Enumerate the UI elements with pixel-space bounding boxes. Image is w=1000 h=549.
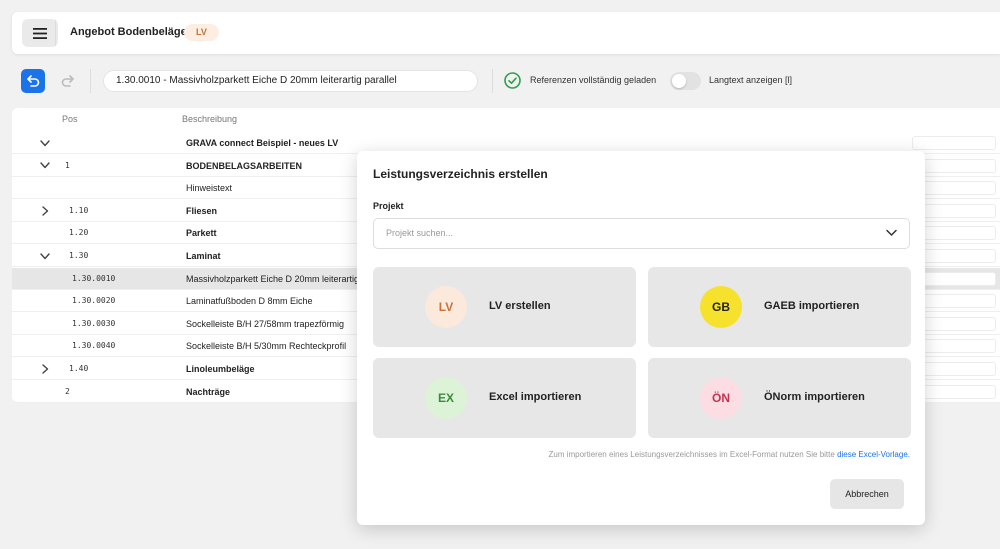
import-excel-card[interactable]: EX Excel importieren [373,358,636,438]
project-label: Projekt [373,201,404,211]
hint-text: Zum importieren eines Leistungsverzeichn… [548,450,835,459]
import-oenorm-card[interactable]: ÖN ÖNorm importieren [648,358,911,438]
row-position: 1.20 [69,228,89,238]
row-position: 1.40 [69,364,89,373]
redo-button[interactable] [55,69,79,93]
row-description: BODENBELAGSARBEITEN [186,160,303,171]
excel-hint: Zum importieren eines Leistungsverzeichn… [548,450,910,459]
lv-badge: LV [184,24,219,41]
row-position: 1.30.0040 [72,341,116,351]
lv-icon: LV [425,286,467,328]
top-bar: Angebot Bodenbeläge LV [12,12,1000,54]
card-label: GAEB importieren [764,300,860,312]
langtext-label: Langtext anzeigen [l] [709,75,793,85]
divider [90,69,91,93]
row-description: GRAVA connect Beispiel - neues LV [186,138,339,148]
column-header-pos: Pos [62,114,78,124]
menu-button[interactable] [22,19,58,47]
chevron-down-icon [886,229,897,236]
card-label: Excel importieren [489,391,582,403]
cancel-button[interactable]: Abbrechen [830,479,904,509]
chevron-down-icon[interactable] [39,137,51,149]
oenorm-icon: ÖN [700,377,742,419]
row-description: Hinweistext [186,183,233,194]
chevron-right-icon[interactable] [39,363,51,375]
row-position: 1 [65,160,70,170]
row-description: Sockelleiste B/H 27/58mm trapezförmig [186,318,345,329]
create-lv-card[interactable]: LV LV erstellen [373,267,636,347]
import-gaeb-card[interactable]: GB GAEB importieren [648,267,911,347]
chevron-down-icon[interactable] [39,160,51,172]
divider [492,69,493,93]
page-title: Angebot Bodenbeläge [70,26,187,38]
row-description: Laminatfußboden D 8mm Eiche [186,296,313,307]
excel-icon: EX [425,377,467,419]
row-value-cell[interactable] [912,136,996,150]
row-description: Sockelleiste B/H 5/30mm Rechteckprofil [186,341,347,352]
column-header-description: Beschreibung [182,114,238,124]
create-lv-dialog: Leistungsverzeichnis erstellen Projekt P… [357,151,925,525]
row-position: 1.30.0010 [72,273,116,283]
row-position: 2 [65,386,70,396]
toggle-knob [672,74,686,88]
chevron-right-icon[interactable] [39,205,51,217]
undo-icon [26,75,39,87]
redo-icon [61,75,74,87]
row-description: Nachträge [186,386,231,397]
chevron-down-icon[interactable] [39,250,51,262]
card-label: ÖNorm importieren [764,391,865,403]
project-placeholder: Projekt suchen... [386,228,454,238]
dialog-title: Leistungsverzeichnis erstellen [373,167,548,181]
row-position: 1.30 [69,251,89,260]
undo-button[interactable] [21,69,45,93]
row-position: 1.30.0030 [72,318,116,328]
excel-template-link[interactable]: diese Excel-Vorlage. [837,450,910,459]
project-search-select[interactable]: Projekt suchen... [373,218,910,249]
langtext-toggle[interactable] [670,72,701,90]
references-status: Referenzen vollständig geladen [530,75,657,85]
row-description: Fliesen [186,205,218,216]
row-position: 1.30.0020 [72,296,116,306]
card-label: LV erstellen [489,300,551,312]
row-description: Linoleumbeläge [186,364,255,374]
check-circle-icon [504,72,521,89]
row-description: Laminat [186,251,221,261]
row-position: 1.10 [69,205,89,215]
row-description: Massivholzparkett Eiche D 20mm leiterart… [186,273,360,284]
divider [55,20,56,46]
toolbar: 1.30.0010 - Massivholzparkett Eiche D 20… [0,62,1000,100]
hamburger-icon [33,27,47,39]
row-description: Parkett [186,228,217,239]
position-path-field[interactable]: 1.30.0010 - Massivholzparkett Eiche D 20… [103,70,478,92]
gaeb-icon: GB [700,286,742,328]
